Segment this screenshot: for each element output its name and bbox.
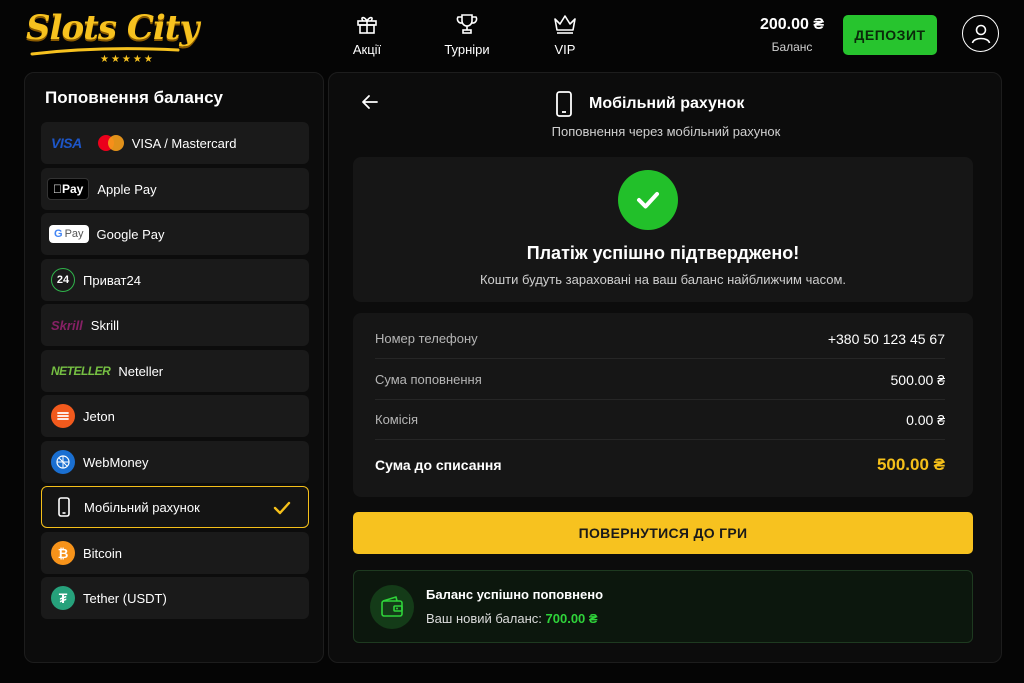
payment-methods-title: Поповнення балансу	[45, 88, 223, 107]
detail-row-phone: Номер телефону +380 50 123 45 67	[375, 319, 945, 359]
skrill-icon: Skrill	[51, 317, 83, 333]
payment-method-apple-pay[interactable]: Pay Apple Pay	[41, 168, 309, 210]
panel-subtitle: Поповнення через мобільний рахунок	[551, 124, 781, 139]
logo-stars: ★★★★★	[100, 54, 155, 65]
success-title: Платіж успішно підтверджено!	[526, 243, 800, 263]
google-pay-logo-text: Pay	[64, 228, 84, 240]
jeton-icon	[51, 404, 75, 428]
panel-title: Мобільний рахунок	[589, 95, 745, 112]
total-value: 500.00 ₴	[876, 455, 945, 474]
nav-promotions-label: Акції	[352, 42, 382, 57]
payment-method-webmoney[interactable]: WebMoney	[41, 441, 309, 483]
payment-method-mobile-account[interactable]: Мобільний рахунок	[41, 486, 309, 528]
success-check-icon	[618, 170, 678, 230]
payment-method-jeton[interactable]: Jeton	[41, 395, 309, 437]
payment-method-google-pay[interactable]: G Pay Google Pay	[41, 213, 309, 255]
bitcoin-icon: ₿	[51, 541, 75, 565]
balance-updated-title: Баланс успішно поповнено	[426, 587, 604, 602]
payment-method-skrill[interactable]: Skrill Skrill	[41, 304, 309, 346]
webmoney-icon	[51, 450, 75, 474]
balance-updated-card: Баланс успішно поповнено Ваш новий балан…	[353, 570, 973, 643]
new-balance-prefix: Ваш новий баланс:	[426, 611, 542, 626]
payment-method-label: WebMoney	[83, 454, 149, 470]
detail-label: Номер телефону	[375, 331, 478, 346]
detail-row-commission: Комісія 0.00 ₴	[375, 400, 945, 440]
detail-label: Комісія	[375, 412, 419, 427]
payment-method-label: Мобільний рахунок	[84, 499, 200, 515]
user-icon	[971, 24, 990, 43]
slots-city-logo[interactable]: Slots City ★★★★★	[26, 8, 199, 66]
nav-vip[interactable]: VIP	[520, 12, 610, 57]
payment-result-panel: Мобільний рахунок Поповнення через мобіл…	[328, 72, 1002, 663]
detail-value: 500.00 ₴	[890, 371, 946, 388]
detail-value: 0.00 ₴	[906, 411, 945, 428]
neteller-icon: NETELLER	[51, 364, 111, 378]
gift-icon	[357, 16, 377, 34]
payment-method-privat24[interactable]: 24 Приват24	[41, 259, 309, 301]
header-balance: 200.00 ₴ Баланс	[752, 16, 832, 54]
detail-row-amount: Сума поповнення 500.00 ₴	[375, 360, 945, 400]
new-balance-line: Ваш новий баланс: 700.00 ₴	[426, 611, 598, 626]
trophy-icon	[456, 14, 478, 34]
selected-check-icon	[273, 501, 291, 515]
payment-method-neteller[interactable]: NETELLER Neteller	[41, 350, 309, 392]
payment-method-label: Skrill	[90, 317, 119, 333]
payment-method-visa-mastercard[interactable]: VISA VISA / Mastercard	[41, 122, 309, 164]
payment-method-label: Jeton	[83, 408, 115, 424]
payment-method-label: Neteller	[118, 363, 164, 379]
user-avatar-button[interactable]	[962, 15, 999, 52]
nav-vip-label: VIP	[554, 42, 576, 57]
tether-icon: ₮	[51, 586, 75, 610]
payment-method-label: Bitcoin	[83, 545, 123, 561]
google-pay-icon: G Pay	[49, 225, 89, 243]
detail-row-total: Сума до списання 500.00 ₴	[375, 445, 945, 485]
balance-label: Баланс	[771, 40, 813, 54]
success-subtitle: Кошти будуть зараховані на ваш баланс на…	[479, 272, 847, 287]
payment-method-label: Google Pay	[96, 226, 165, 242]
payment-methods-panel: Поповнення балансу VISA VISA / Mastercar…	[24, 72, 324, 663]
balance-amount: 200.00 ₴	[759, 16, 825, 33]
nav-tournaments[interactable]: Турніри	[422, 12, 512, 57]
detail-value: +380 50 123 45 67	[827, 330, 945, 347]
logo-text: Slots City	[26, 8, 199, 48]
wallet-icon	[370, 585, 414, 629]
mastercard-icon	[97, 135, 124, 151]
mobile-phone-icon	[58, 497, 70, 517]
return-to-game-button[interactable]: ПОВЕРНУТИСЯ ДО ГРИ	[353, 512, 973, 554]
payment-method-label: Tether (USDT)	[83, 590, 167, 606]
crown-icon	[554, 15, 576, 34]
apple-pay-logo-text: Pay	[53, 182, 83, 196]
payment-method-label: Приват24	[83, 272, 141, 288]
panel-title-group: Мобільний рахунок	[553, 91, 744, 117]
payment-method-tether[interactable]: ₮ Tether (USDT)	[41, 577, 309, 619]
success-card: Платіж успішно підтверджено! Кошти будут…	[353, 157, 973, 302]
payment-method-bitcoin[interactable]: ₿ Bitcoin	[41, 532, 309, 574]
visa-logo: VISA	[51, 135, 82, 151]
top-header: Slots City ★★★★★ Акції Турніри VIP 200.0…	[0, 0, 1024, 70]
new-balance-amount: 700.00 ₴	[545, 611, 598, 626]
payment-details-card: Номер телефону +380 50 123 45 67 Сума по…	[353, 313, 973, 497]
nav-tournaments-label: Турніри	[444, 42, 490, 57]
apple-pay-icon: Pay	[47, 178, 90, 200]
mobile-phone-icon	[556, 91, 572, 117]
deposit-button[interactable]: ДЕПОЗИТ	[843, 15, 937, 55]
back-arrow-icon[interactable]	[359, 91, 381, 113]
nav-promotions[interactable]: Акції	[322, 12, 412, 57]
total-label: Сума до списання	[375, 457, 502, 473]
privat24-icon: 24	[51, 268, 75, 292]
detail-label: Сума поповнення	[375, 372, 482, 387]
payment-method-label: Apple Pay	[88, 181, 156, 197]
payment-method-label: VISA / Mastercard	[131, 135, 237, 151]
